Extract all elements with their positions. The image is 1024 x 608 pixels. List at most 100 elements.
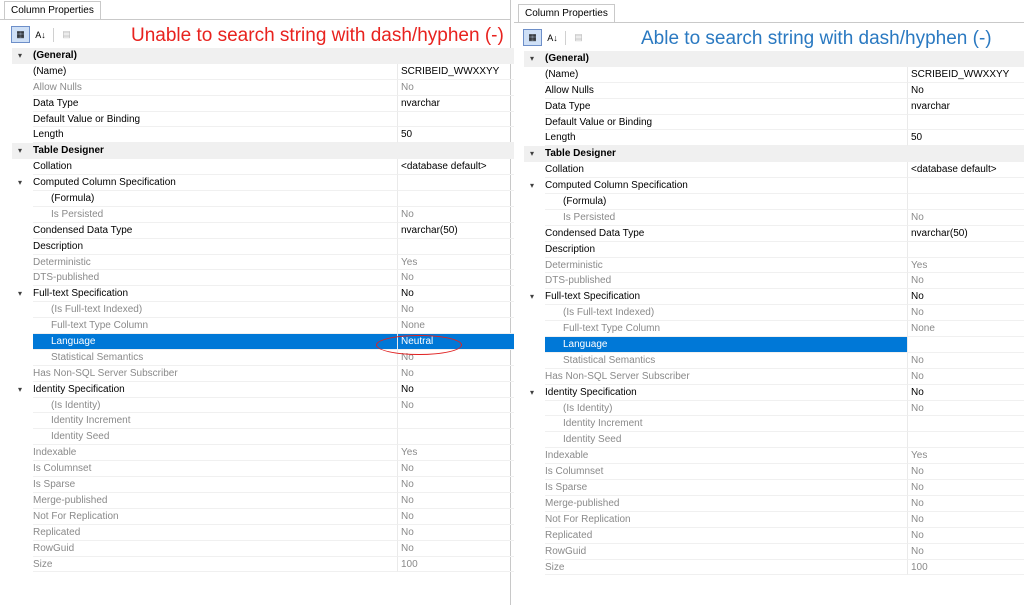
- categorized-view-icon[interactable]: ▦: [523, 29, 542, 46]
- property-name: Allow Nulls: [33, 80, 397, 96]
- property-value[interactable]: SCRIBEID_WWXXYY: [397, 63, 520, 80]
- property-value[interactable]: No: [907, 289, 1024, 306]
- expand-chevron-icon[interactable]: ▾: [18, 382, 22, 398]
- property-value[interactable]: 50: [397, 127, 520, 144]
- property-value[interactable]: [397, 191, 520, 207]
- row-gutter: [12, 302, 33, 318]
- property-value[interactable]: Yes: [907, 448, 1024, 465]
- property-name: Is Persisted: [545, 210, 907, 226]
- property-value[interactable]: No: [397, 302, 520, 319]
- property-value[interactable]: None: [397, 318, 520, 335]
- property-value[interactable]: [397, 175, 520, 192]
- toolbar-divider: [565, 31, 566, 45]
- property-value[interactable]: nvarchar: [397, 95, 520, 112]
- property-value[interactable]: [907, 432, 1024, 449]
- property-value[interactable]: No: [907, 511, 1024, 528]
- property-value[interactable]: No: [907, 464, 1024, 481]
- expand-chevron-icon[interactable]: ▾: [18, 48, 22, 64]
- property-value[interactable]: [907, 114, 1024, 131]
- property-value[interactable]: [907, 194, 1024, 210]
- property-value[interactable]: No: [907, 384, 1024, 401]
- property-value[interactable]: nvarchar(50): [907, 225, 1024, 242]
- property-value[interactable]: [397, 238, 520, 255]
- sort-alphabetical-icon[interactable]: A↓: [31, 26, 50, 43]
- row-gutter: [524, 385, 545, 401]
- sort-alphabetical-icon[interactable]: A↓: [543, 29, 562, 46]
- row-gutter: [524, 353, 545, 369]
- expand-chevron-icon[interactable]: ▾: [530, 178, 534, 194]
- property-value[interactable]: No: [397, 508, 520, 525]
- property-value[interactable]: No: [907, 368, 1024, 385]
- property-value[interactable]: nvarchar: [907, 98, 1024, 115]
- property-value[interactable]: No: [397, 492, 520, 509]
- property-value[interactable]: No: [397, 524, 520, 541]
- property-value[interactable]: No: [907, 480, 1024, 496]
- expand-chevron-icon[interactable]: ▾: [18, 175, 22, 191]
- expand-chevron-icon[interactable]: ▾: [530, 51, 534, 67]
- property-value[interactable]: No: [397, 540, 520, 557]
- tab-strip: Column Properties: [0, 0, 510, 20]
- property-value[interactable]: 100: [907, 559, 1024, 576]
- property-value[interactable]: SCRIBEID_WWXXYY: [907, 66, 1024, 83]
- property-value[interactable]: No: [397, 270, 520, 287]
- property-value[interactable]: 100: [397, 556, 520, 573]
- property-value[interactable]: Yes: [397, 445, 520, 462]
- property-name: Is Sparse: [545, 480, 907, 496]
- property-name: (Is Full-text Indexed): [545, 305, 907, 322]
- property-name: Condensed Data Type: [33, 223, 397, 239]
- property-value[interactable]: [397, 111, 520, 128]
- property-value[interactable]: No: [397, 397, 520, 414]
- row-gutter: [524, 464, 545, 480]
- property-value[interactable]: No: [397, 381, 520, 398]
- property-value[interactable]: None: [907, 321, 1024, 338]
- property-value[interactable]: No: [907, 273, 1024, 290]
- property-name: Computed Column Specification: [545, 178, 907, 195]
- property-value[interactable]: No: [907, 495, 1024, 512]
- row-gutter: [524, 226, 545, 242]
- row-gutter: [12, 223, 33, 239]
- property-value[interactable]: [397, 413, 520, 430]
- property-value[interactable]: <database default>: [397, 159, 520, 176]
- property-value[interactable]: No: [907, 82, 1024, 99]
- property-value[interactable]: nvarchar(50): [397, 222, 520, 239]
- tab-column-properties[interactable]: Column Properties: [4, 1, 101, 20]
- expand-chevron-icon[interactable]: ▾: [530, 385, 534, 401]
- property-value[interactable]: [397, 429, 520, 446]
- property-value[interactable]: [907, 241, 1024, 258]
- property-value[interactable]: 50: [907, 130, 1024, 147]
- property-value[interactable]: No: [397, 365, 520, 382]
- property-value[interactable]: [907, 416, 1024, 433]
- property-value[interactable]: No: [907, 400, 1024, 417]
- property-value[interactable]: No: [907, 527, 1024, 544]
- row-gutter: [12, 445, 33, 461]
- property-value[interactable]: Yes: [397, 254, 520, 271]
- expand-chevron-icon[interactable]: ▾: [18, 143, 22, 159]
- expand-chevron-icon[interactable]: ▾: [530, 146, 534, 162]
- property-value[interactable]: No: [397, 206, 520, 223]
- property-value[interactable]: [907, 178, 1024, 195]
- row-gutter: [524, 528, 545, 544]
- row-gutter: [12, 127, 33, 143]
- property-value[interactable]: [907, 337, 1024, 353]
- property-value[interactable]: No: [907, 209, 1024, 226]
- property-value[interactable]: No: [397, 286, 520, 303]
- property-value[interactable]: No: [907, 352, 1024, 369]
- property-value[interactable]: No: [397, 79, 520, 96]
- property-name: Collation: [545, 162, 907, 179]
- expand-chevron-icon[interactable]: ▾: [530, 289, 534, 305]
- property-name: Deterministic: [545, 258, 907, 274]
- property-value[interactable]: No: [397, 461, 520, 478]
- property-value[interactable]: No: [907, 543, 1024, 560]
- property-name: Is Sparse: [33, 477, 397, 493]
- property-name: Is Columnset: [545, 464, 907, 481]
- property-name: Full-text Type Column: [545, 321, 907, 338]
- expand-chevron-icon[interactable]: ▾: [18, 286, 22, 302]
- categorized-view-icon[interactable]: ▦: [11, 26, 30, 43]
- property-value[interactable]: No: [907, 305, 1024, 322]
- tab-column-properties[interactable]: Column Properties: [518, 4, 615, 23]
- property-value[interactable]: <database default>: [907, 162, 1024, 179]
- row-gutter: [12, 255, 33, 271]
- property-value[interactable]: No: [397, 477, 520, 493]
- property-value[interactable]: Yes: [907, 257, 1024, 274]
- right-properties-panel: Column Properties ▦ A↓ ▤ Able to search …: [514, 3, 1024, 608]
